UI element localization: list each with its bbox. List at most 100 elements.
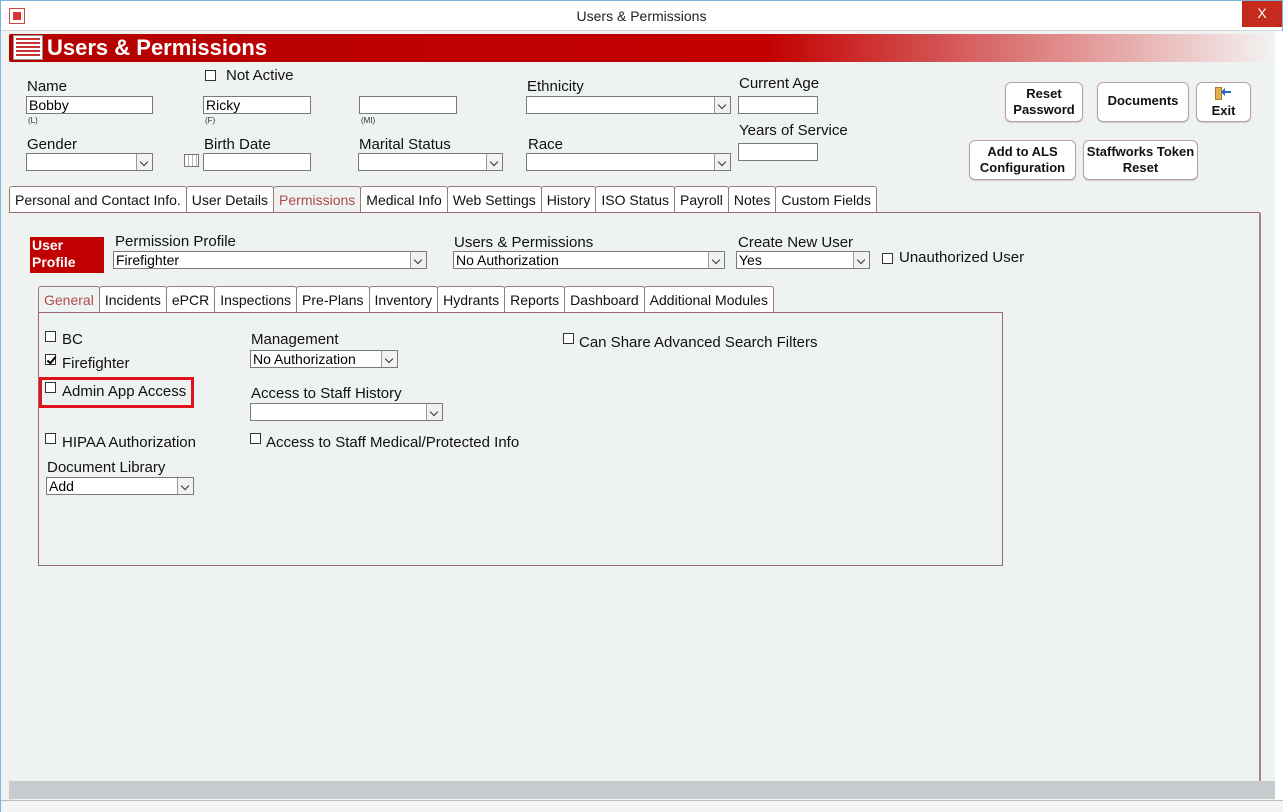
tab-iso-status[interactable]: ISO Status (595, 186, 676, 212)
create-new-user-label: Create New User (738, 234, 854, 251)
ethnicity-label: Ethnicity (527, 78, 584, 95)
first-name-field[interactable]: Ricky (203, 96, 311, 114)
title-bar: Users & Permissions X (1, 1, 1282, 31)
not-active-checkbox[interactable] (205, 70, 216, 81)
bc-checkbox[interactable] (45, 331, 56, 342)
current-age-field[interactable] (738, 96, 818, 114)
ethnicity-select[interactable] (526, 96, 731, 114)
first-name-hint: (F) (205, 116, 216, 125)
taskbar-strip (1, 800, 1283, 812)
unauthorized-user-checkbox[interactable] (882, 253, 893, 264)
years-of-service-field[interactable] (738, 143, 818, 161)
calendar-icon[interactable] (184, 154, 199, 167)
users-permissions-select[interactable]: No Authorization (453, 251, 725, 269)
management-label: Management (251, 331, 339, 348)
document-library-label: Document Library (47, 459, 166, 476)
firefighter-label: Firefighter (62, 355, 130, 372)
permission-subtab-strip: General Incidents ePCR Inspections Pre-P… (38, 286, 774, 312)
create-new-user-select[interactable]: Yes (736, 251, 870, 269)
chevron-down-icon (708, 252, 724, 268)
tab-custom-fields[interactable]: Custom Fields (775, 186, 877, 212)
department-logo-icon (13, 35, 43, 60)
documents-label: Documents (1107, 93, 1179, 108)
exit-door-icon (1215, 87, 1231, 101)
add-to-als-configuration-button[interactable]: Add to ALS Configuration (969, 140, 1076, 180)
chevron-down-icon (177, 478, 193, 494)
panel-right-border (1259, 213, 1261, 781)
bc-label: BC (62, 331, 83, 348)
share-search-filters-checkbox[interactable] (563, 333, 574, 344)
last-name-field[interactable]: Bobby (26, 96, 153, 114)
birth-date-label: Birth Date (204, 136, 271, 153)
current-age-label: Current Age (739, 75, 820, 92)
subtab-inspections[interactable]: Inspections (214, 286, 298, 312)
document-library-select[interactable]: Add (46, 477, 194, 495)
management-value: No Authorization (253, 351, 356, 367)
staffworks-token-reset-button[interactable]: Staffworks Token Reset (1083, 140, 1198, 180)
staff-history-label: Access to Staff History (251, 385, 402, 402)
subtab-inventory[interactable]: Inventory (368, 286, 439, 312)
main-tab-strip: Personal and Contact Info. User Details … (9, 186, 877, 212)
firefighter-checkbox[interactable] (45, 354, 56, 365)
last-name-hint: (L) (28, 116, 38, 125)
gender-select[interactable] (26, 153, 153, 171)
permission-profile-label: Permission Profile (115, 233, 236, 250)
exit-label: Exit (1211, 103, 1236, 118)
race-select[interactable] (526, 153, 731, 171)
years-of-service-label: Years of Service (739, 122, 848, 139)
staff-medical-checkbox[interactable] (250, 433, 261, 444)
race-label: Race (528, 136, 564, 153)
users-permissions-window: Users & Permissions X Users & Permission… (0, 0, 1283, 812)
reset-password-button[interactable]: Reset Password (1005, 82, 1083, 122)
users-permissions-value: No Authorization (456, 252, 559, 268)
add-to-als-label: Add to ALS Configuration (979, 144, 1066, 175)
admin-app-access-highlight (39, 377, 194, 408)
subtab-hydrants[interactable]: Hydrants (437, 286, 506, 312)
share-search-filters-label: Can Share Advanced Search Filters (579, 334, 818, 351)
chevron-down-icon (853, 252, 869, 268)
chevron-down-icon (714, 154, 730, 170)
staff-history-select[interactable] (250, 403, 443, 421)
staff-medical-label: Access to Staff Medical/Protected Info (266, 434, 520, 451)
document-library-value: Add (49, 478, 74, 494)
hipaa-authorization-label: HIPAA Authorization (62, 434, 196, 451)
users-permissions-label: Users & Permissions (454, 234, 594, 251)
subtab-epcr[interactable]: ePCR (165, 286, 216, 312)
tab-web-settings[interactable]: Web Settings (446, 186, 542, 212)
gender-label: Gender (27, 136, 78, 153)
tab-permissions[interactable]: Permissions (273, 186, 362, 212)
chevron-down-icon (426, 404, 442, 420)
tab-history[interactable]: History (540, 186, 597, 212)
tab-notes[interactable]: Notes (727, 186, 777, 212)
subtab-pre-plans[interactable]: Pre-Plans (296, 286, 370, 312)
tab-payroll[interactable]: Payroll (674, 186, 729, 212)
chevron-down-icon (136, 154, 152, 170)
exit-button[interactable]: Exit (1196, 82, 1251, 122)
tab-medical-info[interactable]: Medical Info (360, 186, 448, 212)
user-profile-badge: User Profile (30, 237, 104, 273)
birth-date-field[interactable] (203, 153, 311, 171)
subtab-additional-modules[interactable]: Additional Modules (643, 286, 774, 312)
subtab-dashboard[interactable]: Dashboard (564, 286, 645, 312)
close-button[interactable]: X (1242, 1, 1282, 27)
marital-status-select[interactable] (358, 153, 503, 171)
window-title: Users & Permissions (576, 8, 707, 24)
middle-initial-hint: (MI) (361, 116, 376, 125)
chevron-down-icon (486, 154, 502, 170)
permission-profile-select[interactable]: Firefighter (113, 251, 427, 269)
page-title: Users & Permissions (47, 35, 268, 60)
management-select[interactable]: No Authorization (250, 350, 398, 368)
hipaa-authorization-checkbox[interactable] (45, 433, 56, 444)
tab-user-details[interactable]: User Details (185, 186, 275, 212)
marital-status-label: Marital Status (359, 136, 451, 153)
documents-button[interactable]: Documents (1097, 82, 1189, 122)
middle-initial-field[interactable] (359, 96, 457, 114)
status-bar (9, 781, 1275, 799)
subtab-incidents[interactable]: Incidents (98, 286, 167, 312)
subtab-reports[interactable]: Reports (504, 286, 566, 312)
permission-profile-value: Firefighter (116, 252, 180, 268)
header-banner: Users & Permissions (9, 34, 1275, 62)
subtab-general[interactable]: General (38, 286, 100, 312)
chevron-down-icon (410, 252, 426, 268)
tab-personal-contact[interactable]: Personal and Contact Info. (9, 186, 187, 212)
